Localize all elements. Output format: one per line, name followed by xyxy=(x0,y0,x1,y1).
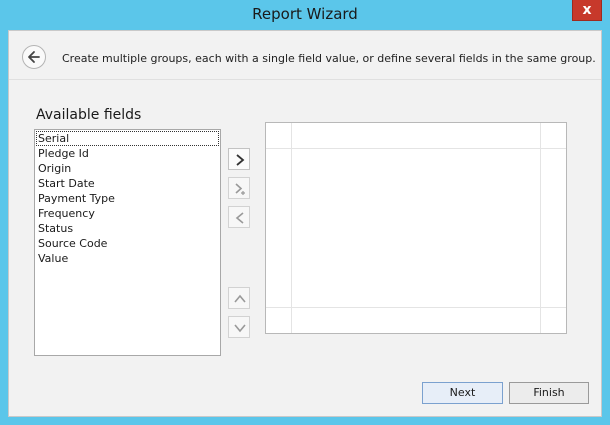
field-item-start-date[interactable]: Start Date xyxy=(36,176,219,191)
arrow-left-icon xyxy=(28,51,40,63)
chevron-right-plus-icon xyxy=(235,183,245,195)
field-item-frequency[interactable]: Frequency xyxy=(36,206,219,221)
field-item-payment-type[interactable]: Payment Type xyxy=(36,191,219,206)
wizard-description: Create multiple groups, each with a sing… xyxy=(62,52,596,65)
grid-line xyxy=(291,123,292,333)
grid-line xyxy=(266,148,566,149)
field-item-pledge-id[interactable]: Pledge Id xyxy=(36,146,219,161)
move-down-button[interactable] xyxy=(228,316,250,338)
finish-button[interactable]: Finish xyxy=(509,382,589,404)
report-wizard-window: Report Wizard x Create multiple groups, … xyxy=(0,0,610,425)
field-item-status[interactable]: Status xyxy=(36,221,219,236)
next-button[interactable]: Next xyxy=(422,382,503,404)
available-fields-label: Available fields xyxy=(36,107,142,123)
add-field-button[interactable] xyxy=(228,148,250,170)
window-title: Report Wizard xyxy=(252,5,358,23)
chevron-left-icon xyxy=(235,212,244,224)
grid-line xyxy=(266,307,566,308)
chevron-up-icon xyxy=(234,294,246,303)
header-divider xyxy=(9,79,601,80)
grid-line xyxy=(540,123,541,333)
wizard-content: Create multiple groups, each with a sing… xyxy=(8,30,602,417)
available-fields-list[interactable]: Serial Pledge Id Origin Start Date Payment T… xyxy=(34,129,221,356)
remove-field-button[interactable] xyxy=(228,206,250,228)
add-to-group-button[interactable] xyxy=(228,177,250,199)
move-up-button[interactable] xyxy=(228,287,250,309)
chevron-right-icon xyxy=(236,154,245,166)
close-button[interactable]: x xyxy=(572,0,602,21)
chevron-down-icon xyxy=(234,324,246,333)
groups-panel[interactable] xyxy=(265,122,567,334)
title-bar[interactable]: Report Wizard x xyxy=(0,0,610,30)
field-item-value[interactable]: Value xyxy=(36,251,219,266)
field-item-serial[interactable]: Serial xyxy=(36,131,219,146)
field-item-source-code[interactable]: Source Code xyxy=(36,236,219,251)
back-button[interactable] xyxy=(22,45,46,69)
field-item-origin[interactable]: Origin xyxy=(36,161,219,176)
